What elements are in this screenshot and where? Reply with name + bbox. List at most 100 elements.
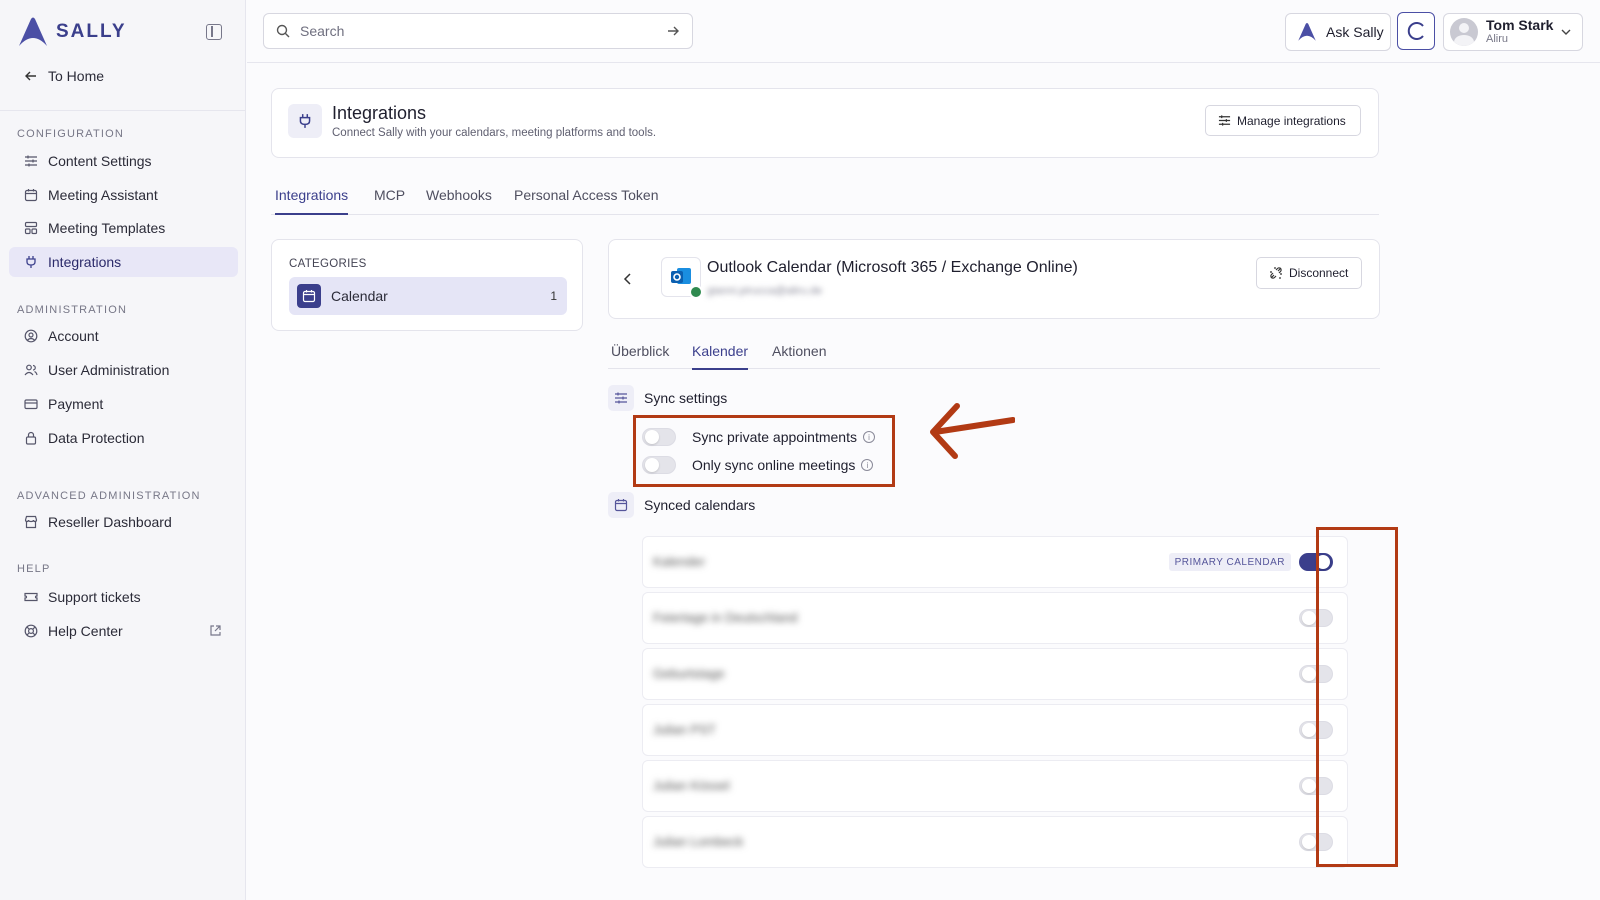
calendar-name: Julian Kössel	[653, 778, 730, 793]
lock-icon	[24, 431, 38, 445]
sliders-icon	[608, 385, 634, 411]
sidebar-item-label: Data Protection	[48, 430, 145, 446]
sidebar-item-content-settings[interactable]: Content Settings	[9, 146, 238, 176]
sidebar-item-support-tickets[interactable]: Support tickets	[9, 582, 238, 612]
calendar-row: Julian Kössel	[642, 760, 1348, 812]
sidebar-item-data-protection[interactable]: Data Protection	[9, 423, 238, 453]
sidebar-item-label: Meeting Templates	[48, 220, 166, 236]
detail-tabs: Überblick Kalender Aktionen	[608, 337, 1380, 370]
template-icon	[24, 221, 38, 235]
sidebar-item-account[interactable]: Account	[9, 321, 238, 351]
chevron-left-icon[interactable]	[621, 272, 635, 286]
tab-integrations[interactable]: Integrations	[275, 187, 349, 215]
calendar-row: Julian Lombeck	[642, 816, 1348, 868]
synced-calendars-title: Synced calendars	[644, 497, 756, 513]
calendar-name: Julian Lombeck	[653, 834, 744, 849]
sidebar-divider	[0, 110, 246, 111]
tab-personal-access-token[interactable]: Personal Access Token	[514, 187, 659, 213]
to-home-label: To Home	[48, 68, 105, 84]
synced-calendars-heading: Synced calendars	[608, 492, 755, 518]
search-bar[interactable]	[263, 13, 693, 49]
page-subtitle: Connect Sally with your calendars, meeti…	[332, 127, 657, 139]
connected-check-icon	[689, 285, 703, 299]
tab-overview[interactable]: Überblick	[611, 343, 669, 368]
tab-webhooks[interactable]: Webhooks	[426, 187, 492, 213]
sally-logo-icon	[19, 17, 47, 46]
calendar-icon	[24, 188, 38, 202]
sidebar-item-label: Payment	[48, 396, 104, 412]
user-menu[interactable]: Tom Stark Aliru	[1443, 13, 1583, 51]
ticket-icon	[24, 590, 38, 604]
categories-panel: CATEGORIES Calendar 1	[271, 239, 583, 331]
manage-integrations-label: Manage integrations	[1237, 113, 1346, 128]
ask-sally-button[interactable]: Ask Sally	[1285, 13, 1391, 51]
primary-calendar-badge: PRIMARY CALENDAR	[1168, 553, 1291, 571]
sidebar-item-meeting-assistant[interactable]: Meeting Assistant	[9, 180, 238, 210]
disconnect-label: Disconnect	[1289, 266, 1349, 280]
main-tabs: Integrations MCP Webhooks Personal Acces…	[271, 180, 1379, 215]
connected-account: gianni.pirucca@aliru.de	[707, 285, 823, 297]
sliders-icon	[1218, 115, 1231, 126]
calendar-name: Geburtstage	[653, 666, 725, 681]
integrations-header-card: Integrations Connect Sally with your cal…	[271, 88, 1379, 158]
calendar-row: Geburtstage	[642, 648, 1348, 700]
top-bar: Ask Sally Tom Stark Aliru	[247, 0, 1600, 63]
tab-calendar[interactable]: Kalender	[692, 343, 749, 370]
sidebar-item-label: Content Settings	[48, 153, 152, 169]
sidebar-item-help-center[interactable]: Help Center	[9, 616, 238, 646]
calendar-row: Julian PST	[642, 704, 1348, 756]
highlight-box-calendar-toggles	[1316, 527, 1398, 867]
page-title: Integrations	[332, 103, 427, 123]
sidebar-item-user-administration[interactable]: User Administration	[9, 355, 238, 385]
sidebar-item-label: User Administration	[48, 362, 170, 378]
arrow-right-icon[interactable]	[666, 24, 680, 38]
search-input[interactable]	[300, 23, 656, 39]
credit-card-icon	[24, 397, 38, 411]
ask-sally-label: Ask Sally	[1326, 24, 1384, 40]
tab-mcp[interactable]: MCP	[374, 187, 405, 213]
outlook-icon	[661, 257, 703, 299]
categories-label: CATEGORIES	[289, 258, 367, 270]
store-icon	[24, 515, 38, 529]
sidebar: SALLY To Home CONFIGURATION Content Sett…	[0, 0, 246, 900]
sidebar-item-label: Meeting Assistant	[48, 187, 158, 203]
integration-detail-header: Outlook Calendar (Microsoft 365 / Exchan…	[608, 239, 1380, 319]
section-title-administration: ADMINISTRATION	[17, 304, 128, 316]
sidebar-item-meeting-templates[interactable]: Meeting Templates	[9, 213, 238, 243]
section-title-advanced-administration: ADVANCED ADMINISTRATION	[17, 490, 201, 502]
calendar-row: Kalender PRIMARY CALENDAR	[642, 536, 1348, 588]
sliders-icon	[24, 154, 38, 168]
avatar	[1450, 18, 1478, 46]
calendar-name: Feiertage in Deutschland	[653, 610, 798, 625]
lifebuoy-icon	[24, 624, 38, 638]
highlight-box-sync-settings	[633, 415, 895, 487]
sally-logo-icon	[1298, 22, 1316, 41]
annotation-arrow-icon	[930, 403, 1015, 459]
brand-name: SALLY	[56, 21, 127, 42]
category-item-calendar[interactable]: Calendar 1	[289, 277, 567, 315]
user-name: Tom Stark	[1486, 17, 1554, 33]
disconnect-button[interactable]: Disconnect	[1256, 257, 1362, 289]
to-home-link[interactable]: To Home	[24, 68, 104, 84]
section-title-help: HELP	[17, 563, 51, 575]
unlink-icon	[1270, 267, 1282, 279]
sidebar-item-label: Support tickets	[48, 589, 141, 605]
tab-actions[interactable]: Aktionen	[772, 343, 826, 368]
sidebar-item-reseller-dashboard[interactable]: Reseller Dashboard	[9, 507, 238, 537]
sidebar-item-label: Reseller Dashboard	[48, 514, 172, 530]
chevron-down-icon	[1561, 29, 1571, 35]
calendar-icon	[608, 492, 634, 518]
sidebar-item-payment[interactable]: Payment	[9, 389, 238, 419]
plug-icon	[288, 104, 322, 138]
manage-integrations-button[interactable]: Manage integrations	[1205, 105, 1361, 136]
search-icon	[276, 24, 290, 38]
collapse-sidebar-icon[interactable]	[206, 24, 222, 40]
calendar-row: Feiertage in Deutschland	[642, 592, 1348, 644]
category-count: 1	[550, 289, 557, 303]
refresh-button[interactable]	[1397, 12, 1435, 50]
sidebar-item-label: Help Center	[48, 623, 123, 639]
sidebar-item-label: Integrations	[48, 254, 122, 270]
sally-logo[interactable]: SALLY	[16, 16, 127, 48]
sidebar-item-integrations[interactable]: Integrations	[9, 247, 238, 277]
plug-icon	[24, 255, 38, 269]
